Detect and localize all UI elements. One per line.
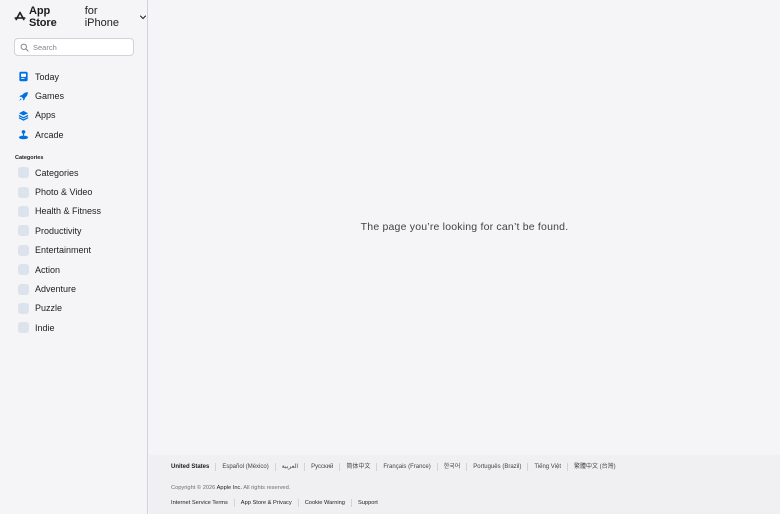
language-link[interactable]: Tiếng Việt bbox=[527, 463, 567, 471]
indie-icon bbox=[17, 322, 29, 334]
joystick-icon bbox=[17, 129, 29, 141]
rights-text: All rights reserved. bbox=[243, 485, 291, 491]
language-link[interactable]: العربية bbox=[274, 463, 304, 471]
photo-video-icon bbox=[17, 186, 29, 198]
category-item-action[interactable]: Action bbox=[14, 260, 142, 279]
categories-icon bbox=[17, 167, 29, 179]
main-nav: Today Games Apps Arcade bbox=[14, 67, 142, 145]
nav-item-apps[interactable]: Apps bbox=[14, 106, 142, 125]
nav-item-label: Games bbox=[35, 91, 65, 102]
category-label: Adventure bbox=[35, 284, 77, 295]
footer: United States Español (México) العربية Р… bbox=[149, 455, 780, 514]
category-label: Puzzle bbox=[35, 303, 63, 314]
category-item-adventure[interactable]: Adventure bbox=[14, 279, 142, 298]
language-link[interactable]: Русский bbox=[304, 463, 339, 471]
not-found-message: The page you’re looking for can’t be fou… bbox=[360, 221, 569, 233]
nav-item-label: Apps bbox=[35, 110, 56, 121]
apple-logo-icon bbox=[14, 11, 26, 23]
apps-stack-icon bbox=[17, 109, 29, 121]
company-link[interactable]: Apple Inc. bbox=[217, 485, 242, 491]
category-item-indie[interactable]: Indie bbox=[14, 318, 142, 337]
legal-link-app-store-privacy[interactable]: App Store & Privacy bbox=[233, 499, 298, 507]
language-link[interactable]: United States bbox=[171, 463, 215, 471]
categories-nav: Categories Photo & Video Health & Fitnes… bbox=[14, 163, 142, 338]
sidebar: App Store for iPhone Today Games bbox=[0, 0, 148, 514]
entertainment-icon bbox=[17, 244, 29, 256]
category-label: Health & Fitness bbox=[35, 206, 102, 217]
language-link[interactable]: Français (France) bbox=[376, 463, 436, 471]
nav-item-today[interactable]: Today bbox=[14, 67, 142, 86]
category-item-productivity[interactable]: Productivity bbox=[14, 221, 142, 240]
category-label: Entertainment bbox=[35, 245, 92, 256]
adventure-icon bbox=[17, 283, 29, 295]
category-item-entertainment[interactable]: Entertainment bbox=[14, 241, 142, 260]
today-icon bbox=[17, 71, 29, 83]
main-content: The page you’re looking for can’t be fou… bbox=[149, 0, 780, 455]
language-link[interactable]: 繁體中文 (台灣) bbox=[567, 463, 622, 471]
language-list: United States Español (México) العربية Р… bbox=[171, 463, 622, 471]
copyright-prefix: Copyright © 2026 bbox=[171, 485, 216, 491]
language-link[interactable]: Español (México) bbox=[215, 463, 274, 471]
category-item-photo-video[interactable]: Photo & Video bbox=[14, 182, 142, 201]
platform-label: for iPhone bbox=[84, 5, 119, 29]
category-item-categories[interactable]: Categories bbox=[14, 163, 142, 182]
language-link[interactable]: 简体中文 bbox=[339, 463, 376, 471]
language-link[interactable]: 한국어 bbox=[436, 463, 467, 471]
category-label: Indie bbox=[35, 322, 55, 333]
category-item-puzzle[interactable]: Puzzle bbox=[14, 299, 142, 318]
category-label: Action bbox=[35, 264, 61, 275]
category-item-health-fitness[interactable]: Health & Fitness bbox=[14, 202, 142, 221]
nav-item-games[interactable]: Games bbox=[14, 86, 142, 105]
action-icon bbox=[17, 264, 29, 276]
language-link[interactable]: Português (Brazil) bbox=[466, 463, 527, 471]
legal-link-internet-service-terms[interactable]: Internet Service Terms bbox=[171, 499, 234, 507]
legal-link-support[interactable]: Support bbox=[350, 499, 384, 507]
category-label: Categories bbox=[35, 167, 79, 178]
category-label: Photo & Video bbox=[35, 187, 93, 198]
productivity-icon bbox=[17, 225, 29, 237]
rocket-icon bbox=[17, 90, 29, 102]
search-box[interactable] bbox=[14, 38, 134, 56]
health-fitness-icon bbox=[17, 205, 29, 217]
nav-item-label: Arcade bbox=[35, 129, 64, 140]
chevron-down-icon bbox=[139, 13, 147, 21]
search-input[interactable] bbox=[33, 42, 133, 52]
categories-heading: Categories bbox=[15, 155, 44, 161]
legal-link-cookie-warning[interactable]: Cookie Warning bbox=[297, 499, 351, 507]
copyright: Copyright © 2026 Apple Inc. All rights r… bbox=[171, 485, 290, 491]
app-store-title: App Store bbox=[29, 5, 57, 29]
category-label: Productivity bbox=[35, 225, 82, 236]
platform-switcher[interactable]: App Store for iPhone bbox=[14, 5, 147, 29]
nav-item-arcade[interactable]: Arcade bbox=[14, 125, 142, 144]
legal-links: Internet Service Terms App Store & Priva… bbox=[171, 499, 384, 507]
nav-item-label: Today bbox=[35, 71, 60, 82]
puzzle-icon bbox=[17, 302, 29, 314]
search-icon bbox=[20, 43, 29, 52]
